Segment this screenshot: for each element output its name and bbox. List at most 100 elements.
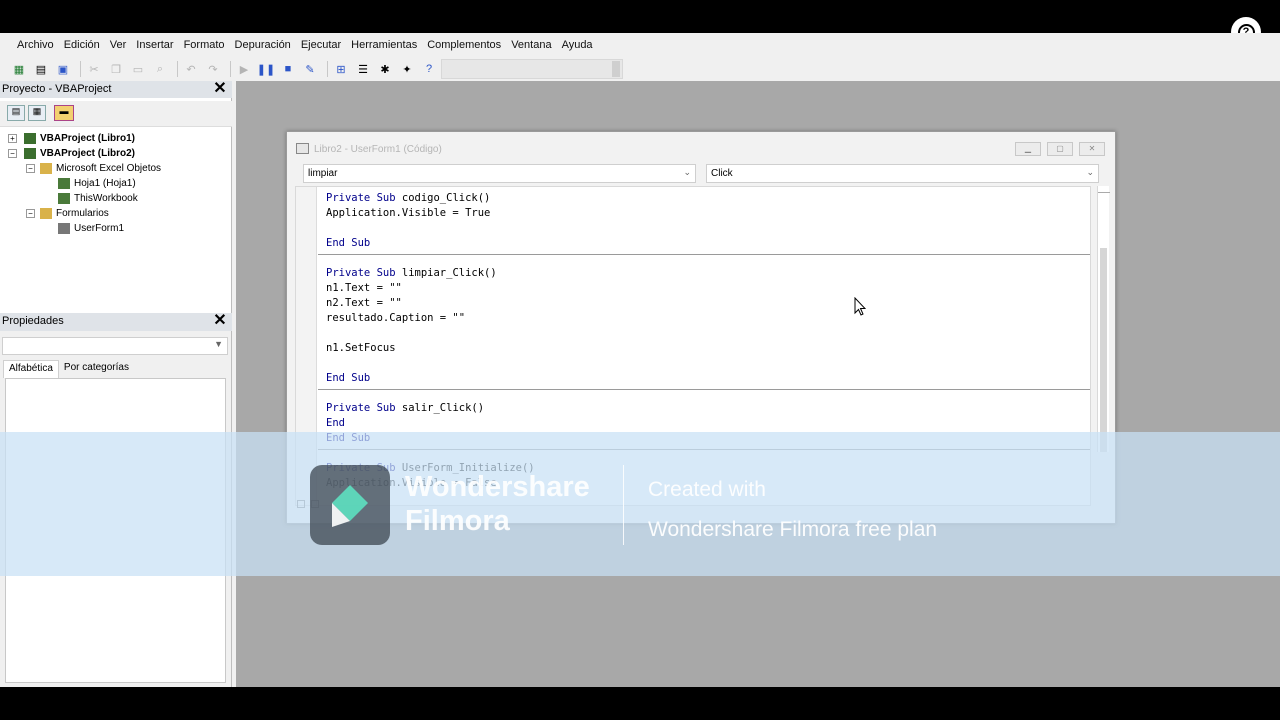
tree-item[interactable]: ThisWorkbook xyxy=(58,191,138,206)
redo-icon[interactable]: ↷ xyxy=(204,61,222,77)
toolbar-separator xyxy=(177,61,178,77)
undo-icon[interactable]: ↶ xyxy=(182,61,200,77)
view-code-icon[interactable]: ▤ xyxy=(7,105,25,121)
tree-node-icon xyxy=(24,148,36,159)
tree-expander[interactable]: − xyxy=(8,149,17,158)
insert-userform-icon[interactable]: ▤ xyxy=(32,61,50,77)
close-icon[interactable]: ✕ xyxy=(1079,142,1105,156)
project-explorer-title-text: Proyecto - VBAProject xyxy=(2,83,112,95)
code-keyword: End Sub xyxy=(326,372,371,384)
tree-node-icon xyxy=(40,163,52,174)
tree-node-icon xyxy=(58,178,70,189)
menu-item-10[interactable]: Ayuda xyxy=(557,39,598,51)
tree-item-label: Formularios xyxy=(56,208,109,219)
close-icon[interactable]: ✕ xyxy=(212,81,228,98)
tree-item-label: VBAProject (Libro1) xyxy=(40,133,136,144)
menu-item-0[interactable]: Archivo xyxy=(12,39,59,51)
help-icon[interactable]: ? xyxy=(420,61,438,77)
paste-icon[interactable]: ▭ xyxy=(129,61,147,77)
tree-item[interactable]: Formularios xyxy=(40,206,109,221)
watermark-band xyxy=(0,432,1280,576)
properties-title: Propiedades ✕ xyxy=(0,313,232,331)
menu-item-8[interactable]: Complementos xyxy=(422,39,506,51)
tree-item-label: Microsoft Excel Objetos xyxy=(56,163,162,174)
pause-icon[interactable]: ❚❚ xyxy=(257,61,275,77)
toolbar-position-box xyxy=(441,59,623,79)
menu-item-6[interactable]: Ejecutar xyxy=(296,39,346,51)
tree-expander[interactable]: + xyxy=(8,134,17,143)
project-explorer-icon[interactable]: ⊞ xyxy=(332,61,350,77)
code-line: Private Sub salir_Click() xyxy=(326,402,485,414)
cut-icon[interactable]: ✂ xyxy=(85,61,103,77)
scroll-thumb[interactable] xyxy=(1100,248,1107,452)
close-icon[interactable]: ✕ xyxy=(212,313,228,330)
tree-item[interactable]: UserForm1 xyxy=(58,221,124,236)
code-line: n1.Text = "" xyxy=(326,282,402,294)
code-line: End xyxy=(326,416,345,431)
menu-item-9[interactable]: Ventana xyxy=(506,39,556,51)
tree-item[interactable]: VBAProject (Libro1) xyxy=(24,131,135,146)
find-icon[interactable]: ⌕ xyxy=(151,61,169,77)
toolbar-separator xyxy=(80,61,81,77)
tab-por-categorias[interactable]: Por categorías xyxy=(59,360,134,378)
object-combo-value: limpiar xyxy=(308,168,338,179)
properties-tabs: Alfabética Por categorías xyxy=(3,360,134,378)
mouse-pointer-icon xyxy=(854,297,866,316)
menu-item-1[interactable]: Edición xyxy=(59,39,105,51)
tree-item[interactable]: VBAProject (Libro2) xyxy=(24,146,135,161)
object-browser-icon[interactable]: ✱ xyxy=(376,61,394,77)
code-line: n1.SetFocus xyxy=(326,342,396,354)
split-bar[interactable] xyxy=(1098,186,1110,193)
code-window-titlebar: Libro2 - UserForm1 (Código) ▁ ▢ ✕ xyxy=(287,132,1115,162)
tree-item[interactable]: Microsoft Excel Objetos xyxy=(40,161,161,176)
properties-window-icon[interactable]: ☰ xyxy=(354,61,372,77)
tree-node-icon xyxy=(24,133,36,144)
chevron-down-icon: ⌄ xyxy=(1086,167,1094,177)
tree-item-label: ThisWorkbook xyxy=(74,193,138,204)
watermark-brand: Wondershare Filmora xyxy=(405,470,590,538)
toggle-folders-icon[interactable]: ▬ xyxy=(54,105,74,121)
toolbox-icon[interactable]: ✦ xyxy=(398,61,416,77)
code-keyword: Private Sub xyxy=(326,192,396,204)
code-line: End Sub xyxy=(326,371,370,386)
copy-icon[interactable]: ❐ xyxy=(107,61,125,77)
toolbar-grip[interactable] xyxy=(612,61,620,77)
tree-expander[interactable]: − xyxy=(26,164,35,173)
menu-item-2[interactable]: Ver xyxy=(105,39,132,51)
minimize-icon[interactable]: ▁ xyxy=(1015,142,1041,156)
tree-item-label: Hoja1 (Hoja1) xyxy=(74,178,136,189)
menu-item-3[interactable]: Insertar xyxy=(131,39,178,51)
watermark-brand-line2: Filmora xyxy=(405,505,510,537)
menu-item-7[interactable]: Herramientas xyxy=(346,39,422,51)
excel-view-icon[interactable]: ▦ xyxy=(10,61,28,77)
watermark-text-line2: Wondershare Filmora free plan xyxy=(648,518,938,541)
tree-expander[interactable]: − xyxy=(26,209,35,218)
procedure-combo[interactable]: Click ⌄ xyxy=(706,164,1099,183)
tab-alfabetica[interactable]: Alfabética xyxy=(3,360,59,378)
design-mode-icon[interactable]: ✎ xyxy=(301,61,319,77)
object-combo[interactable]: limpiar ⌄ xyxy=(303,164,696,183)
vertical-scrollbar[interactable] xyxy=(1097,186,1110,452)
code-line: End Sub xyxy=(326,236,370,251)
code-line: Private Sub codigo_Click() xyxy=(326,192,491,204)
run-icon[interactable]: ▶ xyxy=(235,61,253,77)
menu-item-5[interactable]: Depuración xyxy=(230,39,296,51)
object-selector[interactable]: ▼ xyxy=(2,337,228,355)
project-explorer-title: Proyecto - VBAProject ✕ xyxy=(0,81,232,98)
stop-icon[interactable]: ■ xyxy=(279,61,297,77)
watermark-text-line1: Created with xyxy=(648,478,766,501)
tree-item-label: UserForm1 xyxy=(74,223,125,234)
watermark-separator xyxy=(623,465,624,545)
properties-title-text: Propiedades xyxy=(2,315,64,327)
project-explorer-toolbar: ▤ ▦ ▬ xyxy=(0,101,232,127)
save-icon[interactable]: ▣ xyxy=(54,61,72,77)
watermark-text: Created with Wondershare Filmora free pl… xyxy=(648,470,937,550)
menu-item-4[interactable]: Formato xyxy=(179,39,230,51)
tree-item[interactable]: Hoja1 (Hoja1) xyxy=(58,176,136,191)
project-explorer-pane: Proyecto - VBAProject ✕ ▤ ▦ ▬ + VBAProjec… xyxy=(0,81,232,313)
code-keyword: End xyxy=(326,417,345,429)
maximize-icon[interactable]: ▢ xyxy=(1047,142,1073,156)
code-keyword: Private Sub xyxy=(326,402,396,414)
view-object-icon[interactable]: ▦ xyxy=(28,105,46,121)
toolbar-separator xyxy=(327,61,328,77)
